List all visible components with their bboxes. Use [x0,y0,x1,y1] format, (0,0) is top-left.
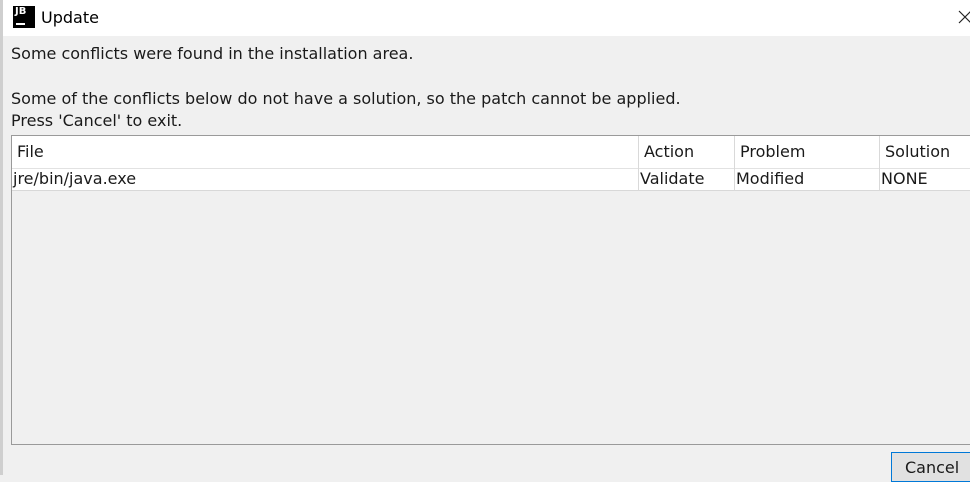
column-header-solution[interactable]: Solution [880,136,970,168]
table-row[interactable]: jre/bin/java.exe Validate Modified NONE [12,169,970,191]
column-divider[interactable] [638,136,639,191]
column-header-file[interactable]: File [12,136,638,168]
jetbrains-logo-icon: JB [13,6,35,28]
app-icon-text: JB [15,6,27,17]
column-header-action[interactable]: Action [639,136,734,168]
cancel-button[interactable]: Cancel [891,452,970,482]
conflicts-table[interactable]: File Action Problem Solution jre/bin/jav… [11,135,970,445]
update-dialog: JB Update Some conflicts were found in t… [0,0,970,482]
window-edge [0,0,3,475]
column-header-problem[interactable]: Problem [735,136,879,168]
no-solution-message: Some of the conflicts below do not have … [11,89,681,108]
cell-solution: NONE [881,169,928,188]
close-icon[interactable] [958,9,970,25]
column-divider[interactable] [879,136,880,191]
table-header: File Action Problem Solution [12,136,970,169]
cell-file: jre/bin/java.exe [13,169,137,188]
window-title: Update [41,8,99,27]
exit-instruction: Press 'Cancel' to exit. [11,111,183,130]
conflict-message: Some conflicts were found in the install… [11,44,414,63]
cell-action: Validate [640,169,705,188]
cell-problem: Modified [736,169,805,188]
column-divider[interactable] [734,136,735,191]
title-bar[interactable]: JB Update [3,0,970,36]
